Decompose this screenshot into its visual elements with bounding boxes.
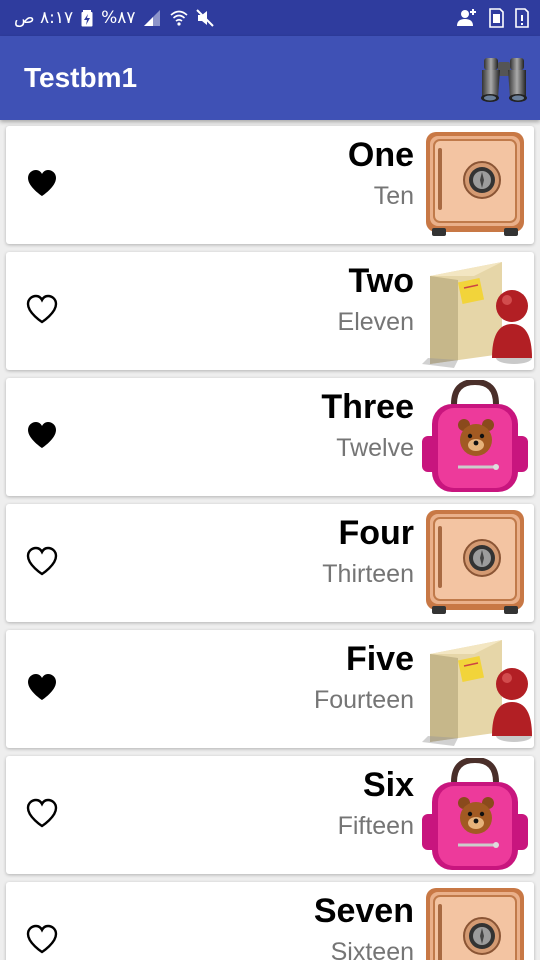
heart-outline-icon[interactable]: [26, 546, 58, 576]
heart-filled-icon[interactable]: [26, 672, 58, 702]
list-item[interactable]: Three Twelve: [6, 378, 534, 496]
item-subtitle: Fifteen: [337, 812, 414, 840]
heart-outline-icon[interactable]: [26, 798, 58, 828]
signal-icon: [143, 10, 160, 26]
item-title: Six: [362, 766, 414, 804]
list-item[interactable]: Seven Sixteen: [6, 882, 534, 960]
battery-icon: [81, 10, 93, 27]
list-item[interactable]: Six Fifteen: [6, 756, 534, 874]
heart-outline-icon[interactable]: [26, 924, 58, 954]
user-folder-icon: [422, 640, 532, 746]
wifi-icon: [169, 10, 188, 26]
item-title: Three: [321, 388, 414, 426]
item-subtitle: Thirteen: [322, 560, 414, 588]
battery-percent: %٨٧: [101, 8, 136, 28]
item-subtitle: Eleven: [337, 308, 414, 336]
backpack-icon: [422, 758, 528, 870]
heart-outline-icon[interactable]: [26, 294, 58, 324]
user-folder-icon: [422, 262, 532, 368]
app-bar: Testbm1: [0, 36, 540, 120]
sim-alert-icon: [515, 8, 529, 28]
list-item[interactable]: Five Fourteen: [6, 630, 534, 748]
heart-filled-icon[interactable]: [26, 420, 58, 450]
status-time: ٨:١٧ ص: [14, 8, 74, 28]
item-subtitle: Twelve: [336, 434, 414, 462]
item-title: Four: [338, 514, 414, 552]
list-item[interactable]: Two Eleven: [6, 252, 534, 370]
backpack-icon: [422, 380, 528, 492]
item-title: Seven: [313, 892, 414, 930]
heart-filled-icon[interactable]: [26, 168, 58, 198]
item-subtitle: Fourteen: [313, 686, 414, 714]
safe-icon: [426, 888, 524, 960]
item-list[interactable]: One Ten Two Eleven Three Twelve Four Thi…: [0, 120, 540, 960]
item-subtitle: Sixteen: [330, 938, 414, 960]
binoculars-icon[interactable]: [478, 52, 530, 104]
safe-icon: [426, 510, 524, 614]
sim-card-icon: [489, 8, 504, 28]
item-title: One: [347, 136, 414, 174]
safe-icon: [426, 132, 524, 236]
item-title: Two: [348, 262, 414, 300]
list-item[interactable]: Four Thirteen: [6, 504, 534, 622]
mute-icon: [195, 9, 214, 27]
item-subtitle: Ten: [373, 182, 414, 210]
app-title: Testbm1: [24, 62, 138, 93]
item-title: Five: [345, 640, 414, 678]
list-item[interactable]: One Ten: [6, 126, 534, 244]
account-icon: [457, 9, 476, 26]
status-bar: ٨:١٧ ص %٨٧: [0, 0, 540, 36]
